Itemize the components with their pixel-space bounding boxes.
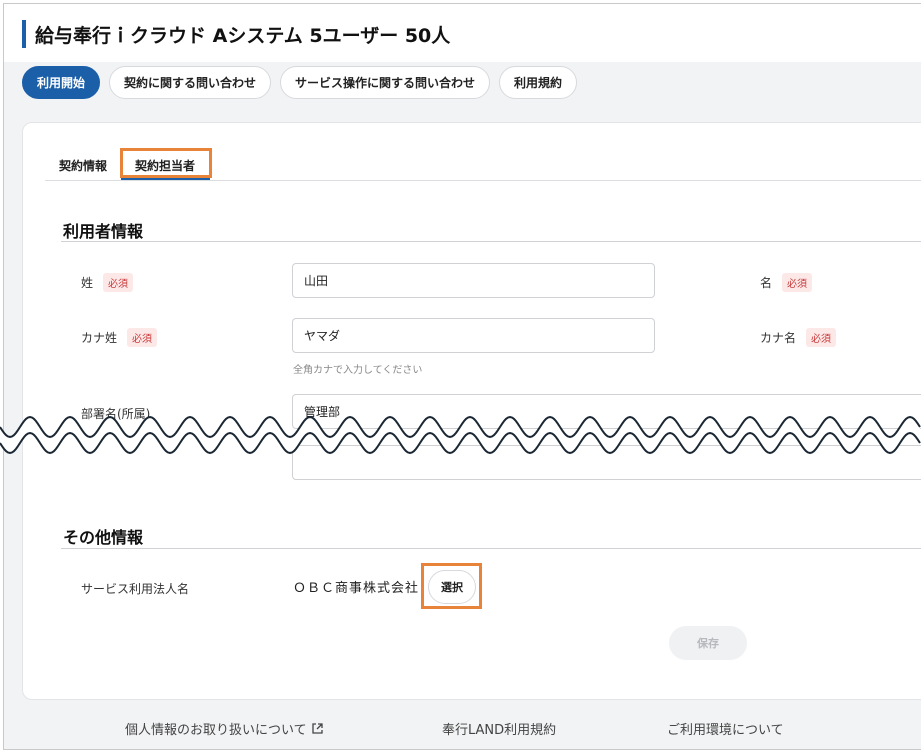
tab-service-inquiry[interactable]: サービス操作に関する問い合わせ [280,66,491,99]
screenshot-cut-wave [0,415,921,455]
environment-link[interactable]: ご利用環境について [667,719,784,738]
title-accent-bar [22,20,26,48]
first-name-label-text: 名 [760,276,773,290]
highlight-select-button [421,563,482,609]
top-tabs: 利用開始 契約に関する問い合わせ サービス操作に関する問い合わせ 利用規約 [22,66,578,99]
user-info-title: 利用者情報 [63,222,144,241]
kana-first-name-label-text: カナ名 [760,331,797,345]
tab-terms[interactable]: 利用規約 [499,66,578,99]
last-name-field[interactable]: 山田 [292,263,655,298]
kana-hint: 全角カナで入力してください [293,365,423,376]
required-badge: 必須 [103,273,134,292]
service-corp-label: サービス利用法人名 [81,580,189,597]
external-link-icon [311,723,323,734]
tab-start-use[interactable]: 利用開始 [22,66,101,99]
service-corp-label-text: サービス利用法人名 [81,582,190,596]
highlight-contract-person [120,148,212,178]
other-info-divider [61,548,921,549]
required-badge: 必須 [782,273,813,292]
kana-last-name-label-text: カナ姓 [81,331,118,345]
required-badge: 必須 [806,328,837,347]
privacy-link-text: 個人情報のお取り扱いについて [125,723,307,738]
privacy-link[interactable]: 個人情報のお取り扱いについて [125,719,324,738]
page-title: 給与奉行ｉクラウド Aシステム 5ユーザー 50人 [35,25,451,47]
kana-first-name-label: カナ名 必須 [760,328,837,347]
kana-last-name-label: カナ姓 必須 [81,328,158,347]
save-button[interactable]: 保存 [669,626,747,660]
kana-last-name-field[interactable]: ヤマダ [292,318,655,353]
last-name-label-text: 姓 [81,276,94,290]
first-name-label: 名 必須 [760,273,813,292]
tab-contract-inquiry[interactable]: 契約に関する問い合わせ [109,66,272,99]
app-window: 給与奉行ｉクラウド Aシステム 5ユーザー 50人 利用開始 契約に関する問い合… [3,3,921,750]
terms-link[interactable]: 奉行LAND利用規約 [442,719,556,738]
page-header: 給与奉行ｉクラウド Aシステム 5ユーザー 50人 [4,4,921,62]
user-info-divider [61,241,921,242]
subtab-contract-info[interactable]: 契約情報 [59,157,107,174]
other-info-title: その他情報 [63,528,144,547]
required-badge: 必須 [127,328,158,347]
active-subtab-indicator [121,178,210,180]
last-name-label: 姓 必須 [81,273,134,292]
service-corp-value: ＯＢＣ商事株式会社 [293,581,420,596]
